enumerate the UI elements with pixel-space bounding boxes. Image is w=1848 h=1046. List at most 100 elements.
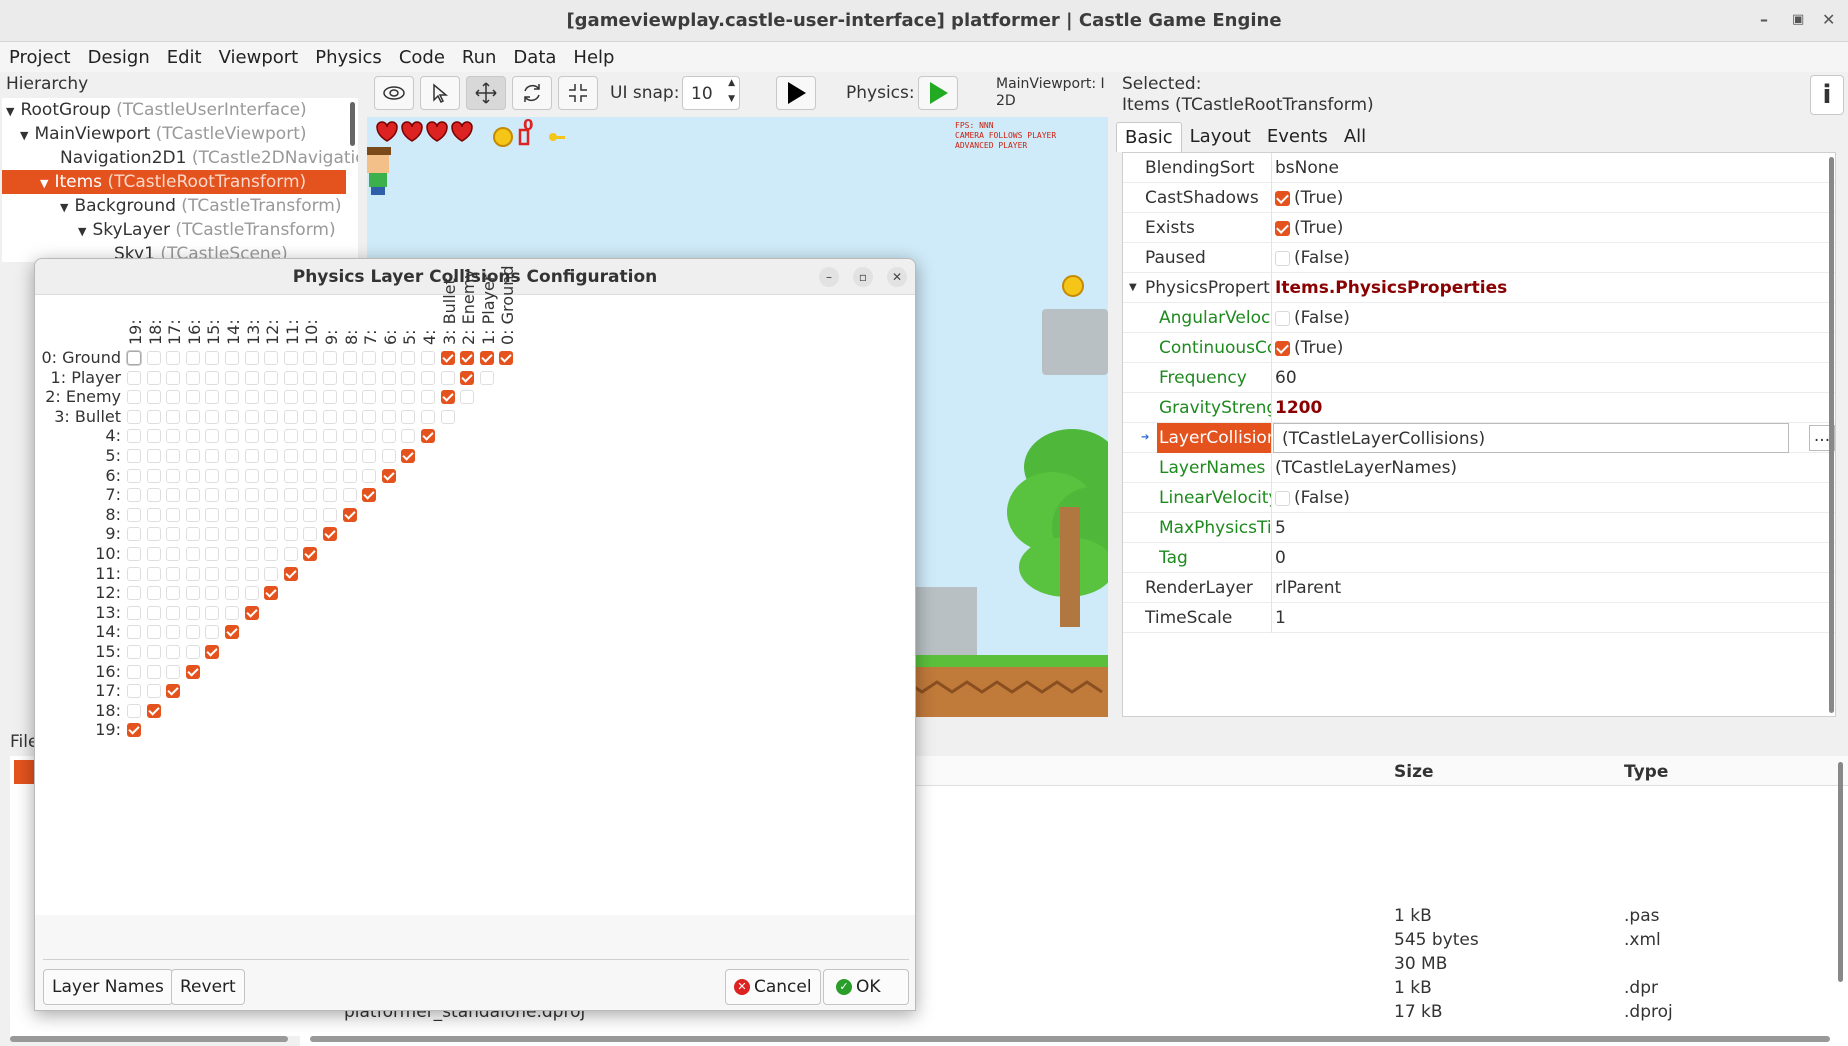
property-row[interactable]: ➔ LayerCollision (TCastleLayerCollisions).…: [1123, 423, 1835, 453]
collision-checkbox[interactable]: [244, 351, 259, 365]
collision-checkbox[interactable]: [127, 370, 141, 385]
collision-checkbox[interactable]: [127, 664, 141, 679]
collision-checkbox-checked[interactable]: [205, 645, 220, 659]
collision-checkbox[interactable]: [166, 645, 181, 659]
collision-checkbox[interactable]: [362, 370, 377, 385]
view-mode-button[interactable]: [374, 76, 414, 110]
collision-checkbox[interactable]: [166, 449, 181, 463]
collision-checkbox-checked[interactable]: [440, 351, 455, 365]
collision-checkbox[interactable]: [362, 409, 377, 424]
collision-checkbox[interactable]: [342, 390, 357, 405]
collision-checkbox[interactable]: [225, 351, 239, 365]
collision-checkbox[interactable]: [323, 468, 337, 483]
collision-checkbox-checked[interactable]: [244, 605, 259, 620]
collision-checkbox[interactable]: [146, 409, 161, 424]
tree-item-background[interactable]: ▼ Background (TCastleTransform): [60, 194, 342, 218]
collision-checkbox[interactable]: [342, 370, 357, 385]
collision-checkbox[interactable]: [166, 409, 181, 424]
collision-checkbox[interactable]: [401, 409, 416, 424]
collision-checkbox[interactable]: [127, 605, 141, 620]
collision-checkbox[interactable]: [146, 586, 161, 601]
collision-checkbox[interactable]: [205, 390, 220, 405]
collision-checkbox[interactable]: [225, 566, 239, 581]
collision-checkbox[interactable]: [283, 429, 298, 444]
collision-checkbox[interactable]: [185, 547, 200, 561]
collision-checkbox[interactable]: [127, 449, 141, 463]
collision-checkbox[interactable]: [146, 566, 161, 581]
collapse-icon[interactable]: ▼: [40, 177, 48, 190]
collision-checkbox-checked[interactable]: [381, 468, 396, 483]
collision-checkbox[interactable]: [146, 351, 161, 365]
collision-checkbox[interactable]: [264, 468, 279, 483]
collision-checkbox[interactable]: [127, 468, 141, 483]
collision-checkbox[interactable]: [146, 664, 161, 679]
collision-checkbox[interactable]: [303, 429, 318, 444]
property-row[interactable]: LinearVelocity (False): [1123, 483, 1835, 513]
collision-checkbox[interactable]: [205, 488, 220, 503]
checkbox-checked[interactable]: [1275, 340, 1290, 356]
checkbox-unchecked[interactable]: [1275, 310, 1290, 326]
collision-checkbox-checked[interactable]: [225, 625, 239, 640]
property-value-editor[interactable]: (TCastleLayerCollisions): [1273, 423, 1789, 453]
property-row[interactable]: MaxPhysicsTic 5: [1123, 513, 1835, 543]
collision-checkbox[interactable]: [244, 390, 259, 405]
horizontal-scrollbar-right[interactable]: [310, 1036, 1830, 1042]
collision-checkbox[interactable]: [244, 449, 259, 463]
collision-checkbox[interactable]: [205, 507, 220, 522]
collision-checkbox-checked[interactable]: [421, 429, 435, 444]
collision-checkbox[interactable]: [146, 625, 161, 640]
collision-checkbox[interactable]: [342, 351, 357, 365]
checkbox-checked[interactable]: [1275, 190, 1290, 206]
collision-checkbox[interactable]: [342, 488, 357, 503]
property-row[interactable]: AngularVeloc (False): [1123, 303, 1835, 333]
menu-design[interactable]: Design: [79, 47, 158, 68]
collision-checkbox-checked[interactable]: [323, 527, 337, 542]
collision-checkbox[interactable]: [166, 468, 181, 483]
collision-checkbox[interactable]: [283, 527, 298, 542]
tree-item-navigation2d1[interactable]: Navigation2D1 (TCastle2DNavigatio: [60, 146, 358, 170]
collision-checkbox[interactable]: [127, 409, 141, 424]
collision-checkbox[interactable]: [127, 586, 141, 601]
rotate-tool-button[interactable]: [512, 76, 552, 110]
play-button[interactable]: [776, 76, 816, 110]
collision-checkbox[interactable]: [264, 488, 279, 503]
collision-checkbox[interactable]: [146, 547, 161, 561]
property-row[interactable]: Paused (False): [1123, 243, 1835, 273]
collision-checkbox[interactable]: [303, 449, 318, 463]
collision-checkbox[interactable]: [225, 527, 239, 542]
collision-checkbox[interactable]: [303, 507, 318, 522]
collision-checkbox[interactable]: [362, 429, 377, 444]
revert-button[interactable]: Revert: [171, 969, 245, 1005]
collision-checkbox[interactable]: [342, 409, 357, 424]
property-row[interactable]: BlendingSort bsNone: [1123, 153, 1835, 183]
spin-down-icon[interactable]: ▼: [728, 94, 735, 104]
collision-checkbox[interactable]: [303, 468, 318, 483]
collision-checkbox-checked[interactable]: [146, 703, 161, 718]
ok-button[interactable]: ✓ OK: [823, 969, 909, 1005]
collision-checkbox[interactable]: [166, 664, 181, 679]
collision-checkbox-checked[interactable]: [342, 507, 357, 522]
collision-checkbox-checked[interactable]: [127, 723, 141, 738]
collision-checkbox[interactable]: [244, 507, 259, 522]
collision-checkbox[interactable]: [264, 429, 279, 444]
collision-checkbox[interactable]: [283, 488, 298, 503]
collision-checkbox[interactable]: [303, 351, 318, 365]
collapse-icon[interactable]: ▼: [6, 105, 14, 118]
collision-checkbox[interactable]: [205, 586, 220, 601]
collision-checkbox[interactable]: [264, 449, 279, 463]
collision-checkbox[interactable]: [127, 684, 141, 699]
collision-checkbox-checked[interactable]: [185, 664, 200, 679]
menu-viewport[interactable]: Viewport: [210, 47, 307, 68]
collision-checkbox[interactable]: [205, 605, 220, 620]
collision-checkbox[interactable]: [146, 645, 161, 659]
collision-checkbox[interactable]: [401, 351, 416, 365]
tree-item-skylayer[interactable]: ▼ SkyLayer (TCastleTransform): [78, 218, 336, 242]
property-row[interactable]: Frequency 60: [1123, 363, 1835, 393]
collision-checkbox[interactable]: [166, 527, 181, 542]
menu-help[interactable]: Help: [564, 47, 622, 68]
checkbox-unchecked[interactable]: [1275, 490, 1290, 506]
collision-checkbox[interactable]: [225, 390, 239, 405]
collision-checkbox[interactable]: [166, 586, 181, 601]
collision-checkbox[interactable]: [303, 488, 318, 503]
collapse-icon[interactable]: ▼: [60, 201, 68, 214]
